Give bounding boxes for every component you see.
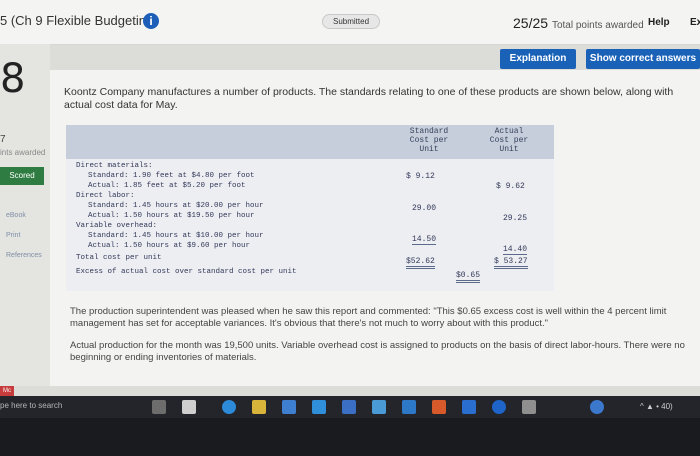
folder-icon[interactable] (252, 400, 266, 414)
top-bar: 5 (Ch 9 Flexible Budgeting) i Submitted … (0, 0, 700, 45)
assignment-title: 5 (Ch 9 Flexible Budgeting) (0, 13, 158, 28)
question-content: Koontz Company manufactures a number of … (50, 70, 700, 386)
row-excess-cost: Excess of actual cost over standard cost… (76, 268, 297, 276)
row-direct-materials: Direct materials: (76, 162, 153, 170)
scored-badge: Scored (0, 167, 44, 185)
settings-icon[interactable] (522, 400, 536, 414)
app-icon[interactable] (342, 400, 356, 414)
store-icon[interactable] (282, 400, 296, 414)
act-materials-value: $ 9.62 (496, 182, 525, 191)
question-intro: Koontz Company manufactures a number of … (64, 86, 674, 111)
row-dl-standard: Standard: 1.45 hours at $20.00 per hour (88, 202, 264, 210)
production-info: Actual production for the month was 19,5… (70, 340, 685, 363)
row-dl-actual: Actual: 1.50 hours at $19.50 per hour (88, 212, 255, 220)
ebook-link[interactable]: eBook (6, 212, 26, 219)
std-total-value: $52.62 (406, 257, 435, 269)
points-label: ints awarded (0, 148, 46, 157)
excess-value: $0.65 (456, 271, 481, 283)
question-number: 8 (0, 56, 26, 102)
show-correct-answers-button[interactable]: Show correct answers (586, 49, 700, 69)
row-variable-overhead: Variable overhead: (76, 222, 158, 230)
mc-tag: Mc (0, 386, 14, 396)
references-link[interactable]: References (6, 252, 42, 259)
edge-icon[interactable] (222, 400, 236, 414)
row-direct-labor: Direct labor: (76, 192, 135, 200)
cost-report-table: Direct materials: Standard: 1.90 feet at… (66, 159, 554, 291)
monitor-bezel (0, 418, 700, 456)
file-explorer-icon[interactable] (182, 400, 196, 414)
row-vo-actual: Actual: 1.50 hours at $9.60 per hour (88, 242, 251, 250)
system-tray[interactable]: ^ ▲ • 40) (640, 402, 673, 411)
chrome-icon[interactable] (590, 400, 604, 414)
std-labor-value: 29.00 (412, 204, 437, 213)
score-display: 25/25 Total points awarded (513, 15, 644, 31)
cost-report-header: Standard Cost per Unit Actual Cost per U… (66, 125, 554, 159)
info-icon[interactable]: i (143, 13, 159, 29)
app-icon-4[interactable] (432, 400, 446, 414)
score-caption: Total points awarded (551, 20, 644, 31)
windows-taskbar: pe here to search ^ ▲ • 40) (0, 396, 700, 418)
score-value: 25/25 (513, 15, 549, 31)
standard-cost-header: Standard Cost per Unit (409, 127, 449, 154)
act-overhead-value: 14.40 (503, 245, 528, 255)
task-view-icon[interactable] (152, 400, 166, 414)
std-materials-value: $ 9.12 (406, 172, 435, 181)
row-dm-actual: Actual: 1.85 feet at $5.20 per foot (88, 182, 246, 190)
explanation-button[interactable]: Explanation (500, 49, 576, 69)
app-icon-6[interactable] (492, 400, 506, 414)
app-icon-5[interactable] (462, 400, 476, 414)
row-vo-standard: Standard: 1.45 hours at $10.00 per hour (88, 232, 264, 240)
exit-button[interactable]: Ex (690, 17, 700, 28)
row-total-cost: Total cost per unit (76, 254, 162, 262)
act-labor-value: 29.25 (503, 214, 528, 223)
taskbar-search-input[interactable]: pe here to search (0, 401, 62, 410)
act-total-value: $ 53.27 (494, 257, 528, 269)
help-button[interactable]: Help (648, 17, 670, 28)
status-badge: Submitted (322, 14, 381, 29)
print-link[interactable]: Print (6, 232, 20, 239)
mail-icon[interactable] (312, 400, 326, 414)
actual-cost-header: Actual Cost per Unit (489, 127, 529, 154)
app-icon-2[interactable] (372, 400, 386, 414)
points-value: 7 (0, 134, 6, 145)
app-icon-3[interactable] (402, 400, 416, 414)
superintendent-comment: The production superintendent was please… (70, 306, 667, 329)
row-dm-standard: Standard: 1.90 feet at $4.80 per foot (88, 172, 255, 180)
std-overhead-value: 14.50 (412, 235, 437, 245)
